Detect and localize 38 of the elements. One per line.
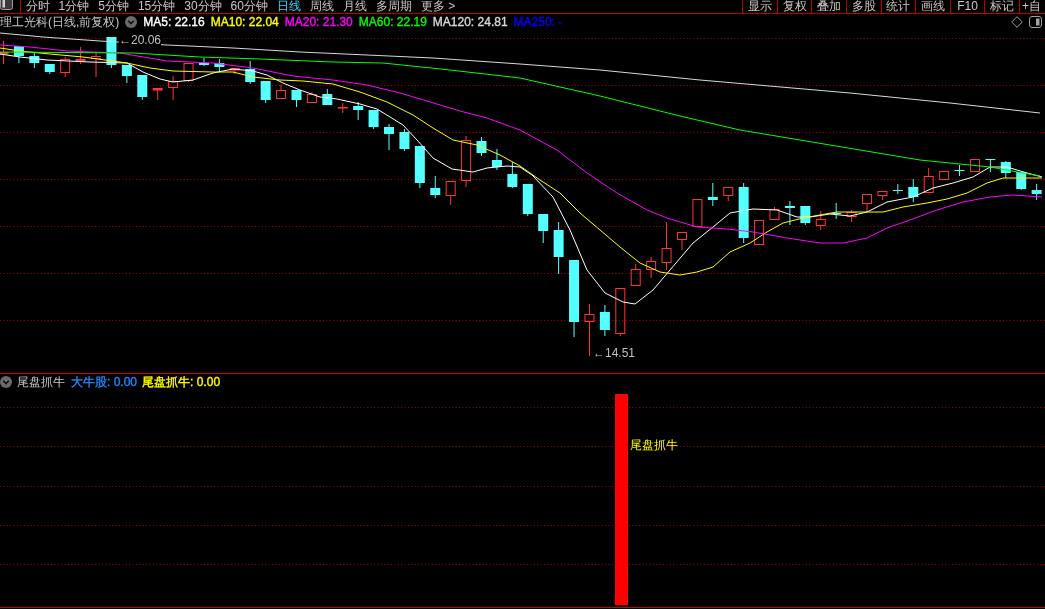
diamond-icon[interactable] bbox=[1011, 16, 1023, 28]
toolbar-button[interactable]: 显示 bbox=[742, 0, 777, 13]
period-tab[interactable]: 更多 > bbox=[416, 0, 460, 13]
dropdown-icon[interactable] bbox=[125, 16, 138, 28]
indicator-value: MA250: - bbox=[513, 15, 563, 29]
toolbar-button[interactable]: 多股 bbox=[846, 0, 881, 13]
indicator-value: MA20: 21.30 bbox=[284, 15, 353, 29]
window-icon[interactable] bbox=[0, 0, 13, 10]
period-tab[interactable]: 5分钟 bbox=[93, 0, 134, 13]
indicator-name: 尾盘抓牛 bbox=[17, 375, 65, 389]
period-tab[interactable]: 15分钟 bbox=[133, 0, 180, 13]
indicator-value: MA60: 22.19 bbox=[358, 15, 427, 29]
indicator-value: 大牛股: 0.00 bbox=[71, 375, 138, 389]
period-tab[interactable]: 1分钟 bbox=[54, 0, 94, 13]
toolbar-button[interactable]: 复权 bbox=[776, 0, 812, 13]
dropdown-icon[interactable] bbox=[0, 376, 12, 388]
indicator-value: MA10: 22.04 bbox=[210, 15, 279, 29]
period-tab[interactable]: 周线 bbox=[305, 0, 339, 13]
period-tab[interactable]: 60分钟 bbox=[226, 0, 273, 13]
toolbar-button[interactable]: F10 bbox=[949, 0, 985, 13]
toolbar-button[interactable]: +自 bbox=[1019, 0, 1045, 13]
stock-title: 理工光科(日线,前复权) bbox=[0, 13, 120, 31]
toolbar-button[interactable]: 画线 bbox=[915, 0, 950, 13]
indicator-value: MA120: 24.81 bbox=[432, 15, 508, 29]
signal-label: 尾盘抓牛 bbox=[630, 439, 678, 452]
toolbar-button[interactable]: 统计 bbox=[880, 0, 916, 13]
period-tab[interactable]: 30分钟 bbox=[179, 0, 227, 13]
high-price-label: ←20.06 bbox=[119, 34, 162, 47]
period-tab[interactable]: 多周期 bbox=[371, 0, 417, 13]
toolbar-button[interactable]: 标记 bbox=[984, 0, 1019, 13]
toolbar-button[interactable]: 叠加 bbox=[811, 0, 847, 13]
period-tab[interactable]: 分时 bbox=[21, 0, 54, 13]
indicator-value: 尾盘抓牛: 0.00 bbox=[142, 375, 221, 389]
period-tab[interactable]: 月线 bbox=[338, 0, 372, 13]
period-tab[interactable]: 日线 bbox=[272, 0, 306, 13]
low-price-label: ←14.51 bbox=[593, 347, 636, 360]
panel-icon[interactable] bbox=[1029, 16, 1042, 28]
indicator-value: MA5: 22.16 bbox=[143, 15, 205, 29]
